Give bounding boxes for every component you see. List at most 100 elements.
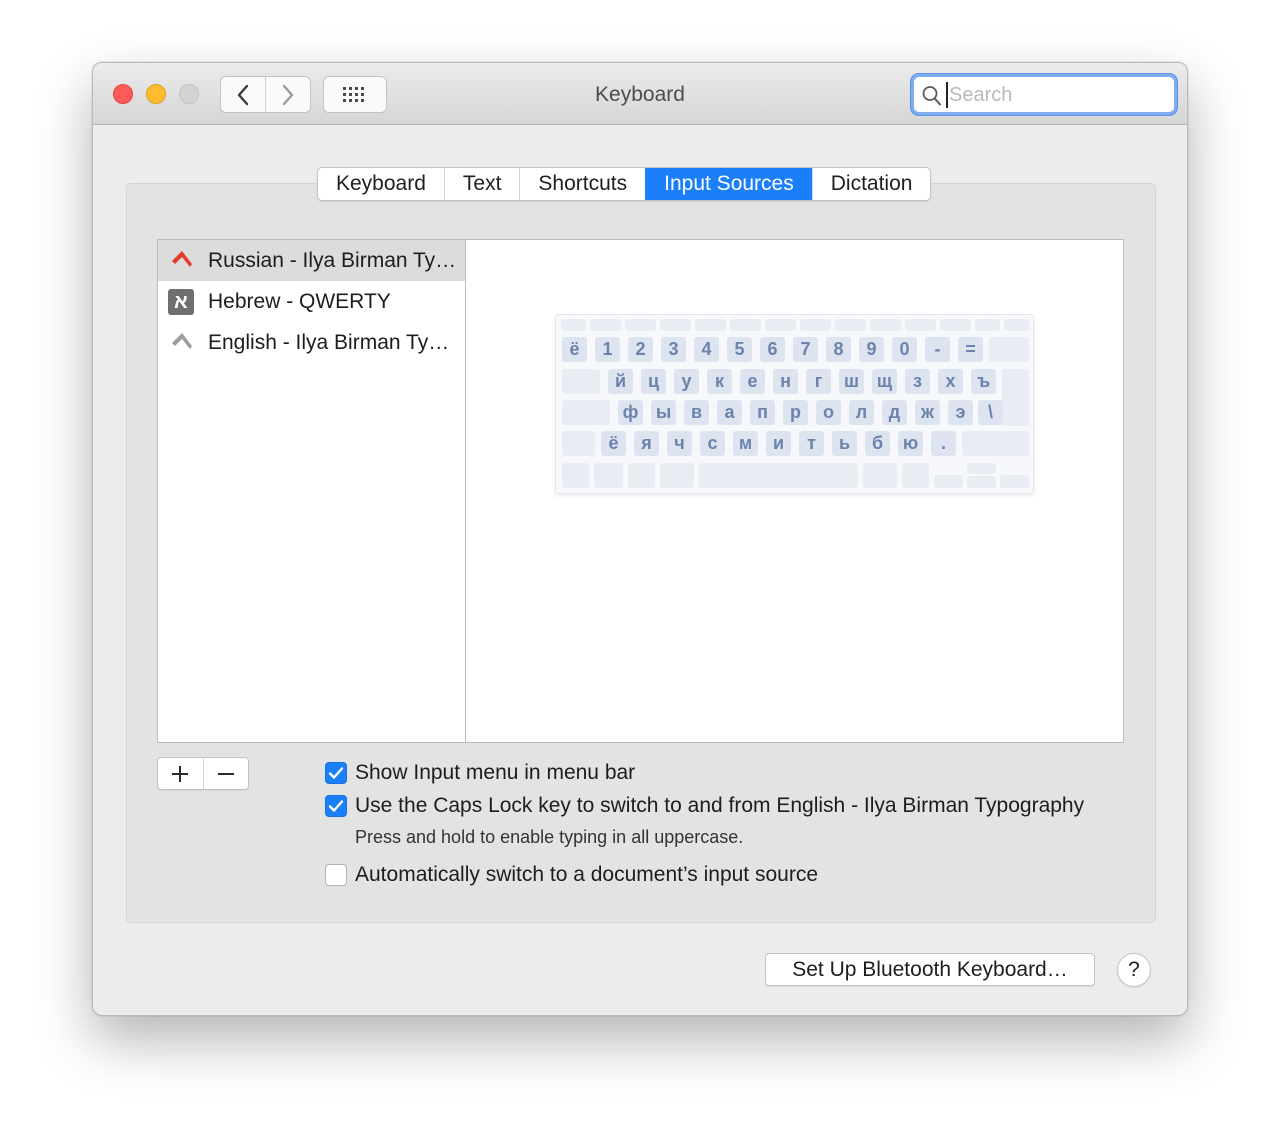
shift-key (962, 431, 1029, 456)
key: 7 (793, 337, 818, 362)
key: м (733, 431, 758, 456)
arrow-up-key (967, 463, 996, 474)
add-remove-buttons (157, 757, 249, 790)
key: б (865, 431, 890, 456)
keyboard-diagram: ё 1 2 3 4 5 6 7 8 9 0 - = й ц у к е н г … (555, 314, 1034, 494)
hebrew-letter-icon: א (168, 289, 194, 315)
checkmark-icon (328, 767, 344, 779)
fn-key (660, 319, 691, 331)
tab-text[interactable]: Text (443, 168, 520, 200)
tab-input-sources[interactable]: Input Sources (645, 168, 812, 200)
key: 6 (760, 337, 785, 362)
input-sources-list: Russian - Ilya Birman Ty… א Hebrew - QWE… (157, 239, 467, 743)
plus-icon (172, 765, 189, 782)
key: ъ (971, 369, 996, 394)
option-key (902, 463, 929, 488)
key: 1 (595, 337, 620, 362)
arrow-left-key (934, 475, 963, 488)
command-key (863, 463, 897, 488)
key: ч (667, 431, 692, 456)
key: п (750, 400, 775, 425)
fn-key (561, 319, 586, 331)
key: ь (832, 431, 857, 456)
key: ю (898, 431, 923, 456)
auto-switch-label: Automatically switch to a document’s inp… (355, 863, 819, 886)
key: с (700, 431, 725, 456)
control-key (594, 463, 623, 488)
key: ж (915, 400, 940, 425)
tab-shortcuts[interactable]: Shortcuts (519, 168, 645, 200)
key: н (773, 369, 798, 394)
fn-key (940, 319, 971, 331)
shift-key (562, 431, 595, 456)
key: = (958, 337, 983, 362)
caps-lock-hint: Press and hold to enable typing in all u… (355, 827, 744, 847)
fn-key (800, 319, 831, 331)
key: 0 (892, 337, 917, 362)
key: 8 (826, 337, 851, 362)
caps-lock-key (562, 400, 610, 425)
key: т (799, 431, 824, 456)
key: й (608, 369, 633, 394)
fn-key (590, 319, 621, 331)
caps-lock-switch-option[interactable]: Use the Caps Lock key to switch to and f… (325, 793, 1084, 819)
show-input-menu-label: Show Input menu in menu bar (355, 761, 636, 784)
key: ы (651, 400, 676, 425)
key: в (684, 400, 709, 425)
input-source-label: English - Ilya Birman Ty… (208, 331, 450, 354)
show-input-menu-checkbox[interactable] (325, 762, 347, 784)
input-source-hebrew[interactable]: א Hebrew - QWERTY (158, 281, 466, 322)
key: 9 (859, 337, 884, 362)
key: - (925, 337, 950, 362)
key: а (717, 400, 742, 425)
return-key (1002, 369, 1029, 426)
title-bar: Keyboard (93, 63, 1187, 125)
key: э (948, 400, 973, 425)
key: г (806, 369, 831, 394)
search-icon (922, 86, 941, 106)
tab-dictation[interactable]: Dictation (811, 168, 931, 200)
key: л (849, 400, 874, 425)
fn-key (625, 319, 656, 331)
fn-key (870, 319, 901, 331)
caps-lock-switch-checkbox[interactable] (325, 795, 347, 817)
arrow-down-key (967, 476, 996, 488)
fn-key (730, 319, 761, 331)
key: я (634, 431, 659, 456)
input-source-english[interactable]: English - Ilya Birman Ty… (158, 322, 466, 363)
input-source-label: Russian - Ilya Birman Ty… (208, 249, 457, 272)
key: щ (872, 369, 897, 394)
search-field[interactable] (911, 74, 1177, 115)
key: 4 (694, 337, 719, 362)
key: 5 (727, 337, 752, 362)
key: ц (641, 369, 666, 394)
auto-switch-option[interactable]: Automatically switch to a document’s inp… (325, 862, 818, 888)
key: х (938, 369, 963, 394)
fn-key (835, 319, 866, 331)
minus-icon (217, 772, 234, 775)
input-source-russian[interactable]: Russian - Ilya Birman Ty… (158, 240, 466, 281)
key: е (740, 369, 765, 394)
key: з (905, 369, 930, 394)
remove-input-source-button[interactable] (202, 758, 249, 789)
search-input[interactable] (946, 82, 1166, 108)
birman-red-icon (168, 248, 194, 274)
key: ё (562, 337, 587, 362)
auto-switch-checkbox[interactable] (325, 864, 347, 886)
keyboard-layout-preview: ё 1 2 3 4 5 6 7 8 9 0 - = й ц у к е н г … (465, 239, 1124, 743)
help-button[interactable]: ? (1117, 953, 1151, 987)
keyboard-preferences-window: Keyboard Keyboard Text Shortcuts Input S… (92, 62, 1188, 1016)
fn-key (695, 319, 726, 331)
add-input-source-button[interactable] (158, 758, 203, 789)
show-input-menu-option[interactable]: Show Input menu in menu bar (325, 760, 635, 786)
delete-key (989, 337, 1029, 362)
set-up-bluetooth-keyboard-button[interactable]: Set Up Bluetooth Keyboard… (765, 953, 1095, 986)
space-key (699, 463, 858, 488)
key: р (783, 400, 808, 425)
option-key (628, 463, 655, 488)
checkmark-icon (328, 800, 344, 812)
key: 2 (628, 337, 653, 362)
key: ш (839, 369, 864, 394)
tab-key (562, 369, 600, 394)
tab-keyboard[interactable]: Keyboard (318, 168, 444, 200)
